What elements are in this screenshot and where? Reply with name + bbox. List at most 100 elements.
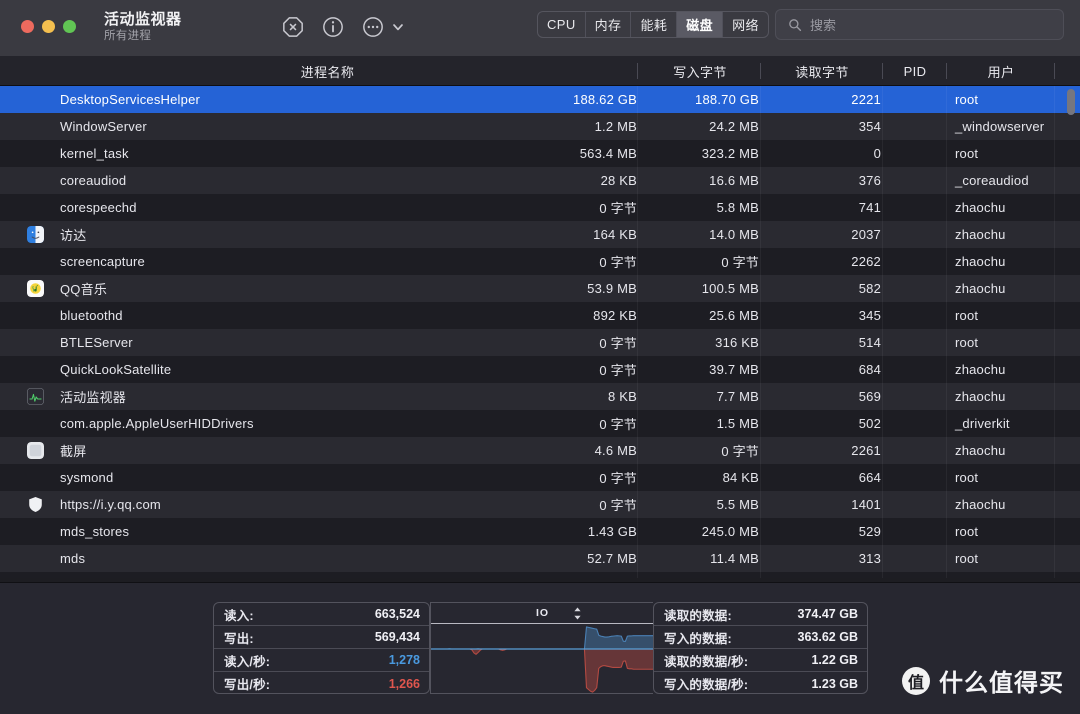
pid-cell: 529 <box>858 524 881 539</box>
io-count-stat-label: 写出/秒: <box>224 678 271 692</box>
stop-process-icon[interactable] <box>282 16 304 38</box>
sort-updown-icon[interactable] <box>573 607 582 620</box>
table-row[interactable]: BTLEServer 0 字节 316 KB 514 root <box>0 329 1080 356</box>
io-graph-plot <box>431 623 653 693</box>
table-row[interactable]: corespeechd 0 字节 5.8 MB 741 zhaochu <box>0 194 1080 221</box>
user-cell: _driverkit <box>955 416 1010 431</box>
table-row[interactable]: kernel_task 563.4 MB 323.2 MB 0 root <box>0 140 1080 167</box>
table-row[interactable]: QQ音乐 53.9 MB 100.5 MB 582 zhaochu <box>0 275 1080 302</box>
process-name-cell: 访达 <box>60 228 87 243</box>
bytes-written-cell: 0 字节 <box>599 363 637 378</box>
maximize-button[interactable] <box>63 19 76 33</box>
table-row[interactable]: https://i.y.qq.com 0 字节 5.5 MB 1401 zhaochu <box>0 491 1080 518</box>
process-name-cell: screencapture <box>60 254 145 269</box>
column-divider[interactable] <box>1054 63 1055 79</box>
user-cell: zhaochu <box>955 254 1006 269</box>
info-circle-icon[interactable] <box>322 16 344 38</box>
process-name-cell: DesktopServicesHelper <box>60 92 201 107</box>
pid-cell: 376 <box>858 173 881 188</box>
table-row[interactable]: 访达 164 KB 14.0 MB 2037 zhaochu <box>0 221 1080 248</box>
column-header-pid[interactable]: PID <box>884 56 946 86</box>
bytes-read-cell: 0 字节 <box>721 255 759 270</box>
table-row[interactable]: screencapture 0 字节 0 字节 2262 zhaochu <box>0 248 1080 275</box>
column-header-bytes-read[interactable]: 读取字节 <box>762 56 882 86</box>
window-titlebar: 活动监视器 所有进程 CPU 内存 能耗 磁盘 网络 搜索 <box>0 0 1080 56</box>
table-row[interactable]: 截屏 4.6 MB 0 字节 2261 zhaochu <box>0 437 1080 464</box>
table-row[interactable]: 活动监视器 8 KB 7.7 MB 569 zhaochu <box>0 383 1080 410</box>
scrollbar-thumb[interactable] <box>1067 89 1075 115</box>
column-header-process-name[interactable]: 进程名称 <box>270 56 385 86</box>
column-divider[interactable] <box>882 63 883 79</box>
bytes-written-cell: 8 KB <box>608 389 637 404</box>
pid-cell: 2221 <box>851 92 881 107</box>
user-cell: root <box>955 308 979 323</box>
table-scrollbar[interactable] <box>1067 86 1078 578</box>
bytes-written-cell: 0 字节 <box>599 498 637 513</box>
pid-cell: 684 <box>858 362 881 377</box>
table-row[interactable]: mds_stores 1.43 GB 245.0 MB 529 root <box>0 518 1080 545</box>
io-count-stat-row: 写出/秒: 1,266 <box>214 672 429 693</box>
table-row[interactable]: com.apple.AppleUserHIDDrivers 0 字节 1.5 MB 5… <box>0 410 1080 437</box>
search-input-placeholder[interactable]: 搜索 <box>810 15 836 34</box>
column-divider[interactable] <box>637 63 638 79</box>
io-count-stat-row: 写出: 569,434 <box>214 626 429 649</box>
bytes-read-cell: 245.0 MB <box>701 524 759 539</box>
process-name-cell: mds_stores <box>60 524 130 539</box>
bytes-written-cell: 164 KB <box>593 227 637 242</box>
io-graph-title: IO <box>535 607 550 619</box>
table-row[interactable]: coreaudiod 28 KB 16.6 MB 376 _coreaudiod <box>0 167 1080 194</box>
pid-cell: 741 <box>858 200 881 215</box>
bytes-written-cell: 0 字节 <box>599 417 637 432</box>
close-button[interactable] <box>21 19 34 33</box>
table-row[interactable]: QuickLookSatellite 0 字节 39.7 MB 684 zhaochu <box>0 356 1080 383</box>
bytes-read-cell: 39.7 MB <box>709 362 759 377</box>
bytes-read-cell: 0 字节 <box>721 444 759 459</box>
io-count-stat-label: 写出: <box>224 631 254 646</box>
column-divider[interactable] <box>946 63 947 79</box>
process-name-cell: BTLEServer <box>60 335 133 350</box>
bytes-read-cell: 25.6 MB <box>709 308 759 323</box>
window-subtitle: 所有进程 <box>104 29 152 42</box>
minimize-button[interactable] <box>42 19 55 33</box>
bytes-written-cell: 892 KB <box>593 308 637 323</box>
tab-network[interactable]: 网络 <box>723 12 768 37</box>
bytes-written-cell: 52.7 MB <box>587 551 637 566</box>
bytes-read-cell: 5.8 MB <box>716 200 759 215</box>
bytes-read-cell: 24.2 MB <box>709 119 759 134</box>
user-cell: zhaochu <box>955 497 1006 512</box>
bytes-read-cell: 100.5 MB <box>701 281 759 296</box>
io-data-stat-value: 1.22 GB <box>811 653 858 667</box>
user-cell: zhaochu <box>955 443 1006 458</box>
process-name-cell: coreaudiod <box>60 173 127 188</box>
process-name-cell: QuickLookSatellite <box>60 362 172 377</box>
ellipsis-circle-icon[interactable] <box>362 16 384 38</box>
watermark-text: 什么值得买 <box>939 670 1064 697</box>
process-table[interactable]: DesktopServicesHelper 188.62 GB 188.70 GB 2… <box>0 86 1080 578</box>
pid-cell: 2037 <box>851 227 881 242</box>
process-name-cell: sysmond <box>60 470 114 485</box>
table-row[interactable]: mds 52.7 MB 11.4 MB 313 root <box>0 545 1080 572</box>
table-row[interactable]: sysmond 0 字节 84 KB 664 root <box>0 464 1080 491</box>
tab-disk[interactable]: 磁盘 <box>677 12 724 37</box>
watermark-logo: 值 <box>902 666 930 695</box>
bytes-written-cell: 0 字节 <box>599 471 637 486</box>
window-title: 活动监视器 <box>104 10 182 28</box>
table-row[interactable]: DesktopServicesHelper 188.62 GB 188.70 GB 2… <box>0 86 1080 113</box>
tab-cpu[interactable]: CPU <box>538 12 586 37</box>
tab-memory[interactable]: 内存 <box>586 12 632 37</box>
search-icon <box>789 18 802 31</box>
column-divider[interactable] <box>760 63 761 79</box>
table-row[interactable]: WindowServer 1.2 MB 24.2 MB 354 _windowserve… <box>0 113 1080 140</box>
io-count-stat-row: 读入: 663,524 <box>214 603 429 626</box>
bytes-read-cell: 323.2 MB <box>701 146 759 161</box>
column-header-user[interactable]: 用户 <box>948 56 1054 86</box>
chevron-down-icon[interactable] <box>392 21 404 33</box>
bytes-written-cell: 0 字节 <box>599 255 637 270</box>
column-header-bytes-written[interactable]: 写入字节 <box>640 56 760 86</box>
table-column-header: 进程名称 写入字节 读取字节 PID 用户 <box>0 56 1080 86</box>
safari-app-icon <box>27 496 44 513</box>
search-field[interactable]: 搜索 <box>775 9 1064 40</box>
table-row[interactable]: bluetoothd 892 KB 25.6 MB 345 root <box>0 302 1080 329</box>
tab-energy[interactable]: 能耗 <box>631 12 678 37</box>
io-counts-panel: 读入: 663,524 写出: 569,434 读入/秒: 1,278 写出/秒: 1,266 <box>213 602 430 694</box>
